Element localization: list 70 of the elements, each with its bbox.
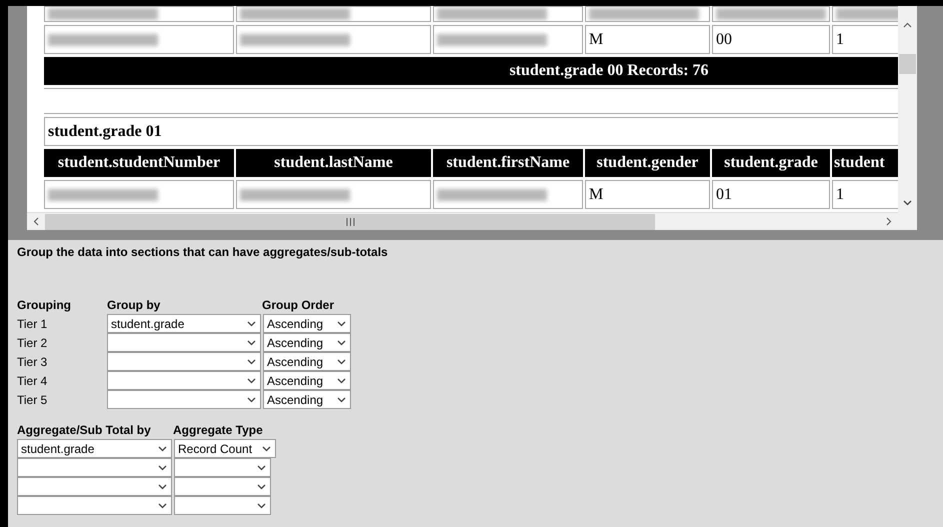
- column-header: Grouping: [17, 297, 72, 314]
- table-cell: 01: [712, 180, 830, 209]
- chevron-down-icon: [337, 358, 346, 364]
- dropdown-field[interactable]: [174, 477, 271, 496]
- chevron-down-icon: [158, 484, 167, 490]
- tier-label: Tier 4: [17, 372, 48, 390]
- grip-icon: [346, 218, 354, 226]
- table-cell: M: [585, 25, 710, 54]
- tier-label: Tier 2: [17, 334, 48, 352]
- column-header: Group by: [107, 297, 162, 314]
- tier-label: Tier 1: [17, 316, 48, 332]
- column-header: student.lastName: [236, 149, 431, 177]
- chevron-down-icon: [257, 484, 266, 490]
- group-title: student.grade 01: [44, 117, 898, 146]
- dropdown-field[interactable]: [107, 371, 261, 390]
- chevron-down-icon: [337, 396, 346, 402]
- chevron-down-icon: [158, 464, 167, 470]
- dropdown-field[interactable]: [107, 352, 261, 371]
- column-header: student.grade: [712, 149, 830, 177]
- chevron-down-icon: [337, 378, 346, 384]
- vertical-scrollbar[interactable]: [898, 6, 917, 212]
- chevron-down-icon: [247, 320, 256, 326]
- table-cell: 1: [832, 25, 898, 54]
- table-cell: M: [585, 180, 710, 209]
- scrollbar-thumb[interactable]: [899, 54, 916, 74]
- scroll-left-icon[interactable]: [33, 217, 39, 226]
- scroll-down-icon: [903, 200, 912, 206]
- dropdown-field[interactable]: Record Count: [174, 439, 276, 458]
- table-cell: 1: [832, 180, 898, 209]
- tier-label: Tier 5: [17, 392, 48, 408]
- dropdown-field[interactable]: student.grade: [107, 314, 261, 333]
- chevron-down-icon: [257, 464, 266, 470]
- chevron-down-icon: [158, 502, 167, 508]
- chevron-down-icon: [262, 446, 271, 452]
- chevron-down-icon: [247, 358, 256, 364]
- dropdown-field[interactable]: [17, 477, 172, 496]
- chevron-down-icon: [337, 340, 346, 346]
- dropdown-field[interactable]: [174, 496, 271, 515]
- chevron-down-icon: [247, 396, 256, 402]
- chevron-down-icon: [247, 378, 256, 384]
- dropdown-field[interactable]: [17, 458, 172, 477]
- dropdown-field[interactable]: [17, 496, 172, 515]
- chevron-down-icon: [247, 340, 256, 346]
- scroll-up-icon[interactable]: [903, 22, 912, 28]
- column-header: Aggregate Type: [173, 422, 263, 439]
- column-header: student: [832, 149, 898, 177]
- column-header: Aggregate/Sub Total by: [17, 422, 152, 439]
- dropdown-field[interactable]: [107, 333, 261, 352]
- dropdown-field[interactable]: student.grade: [17, 439, 172, 458]
- dropdown-field[interactable]: Ascending: [263, 371, 351, 390]
- group-footer: student.grade 00 Records: 76: [44, 57, 898, 85]
- dropdown-field[interactable]: Ascending: [263, 390, 351, 409]
- column-header: Group Order: [262, 297, 334, 314]
- column-header: student.gender: [585, 149, 710, 177]
- dropdown-field[interactable]: Ascending: [263, 314, 351, 333]
- dropdown-field[interactable]: [107, 390, 261, 409]
- column-header: student.studentNumber: [44, 149, 234, 177]
- chevron-down-icon: [158, 446, 167, 452]
- scrollbar-thumb[interactable]: [45, 214, 655, 230]
- dropdown-field[interactable]: Ascending: [263, 352, 351, 371]
- scroll-right-icon[interactable]: [886, 217, 892, 226]
- table-cell: 00: [712, 25, 830, 54]
- column-header: student.firstName: [433, 149, 583, 177]
- description-text: Group the data into sections that can have aggregates/sub-totals: [17, 244, 389, 261]
- chevron-down-icon: [257, 502, 266, 508]
- dropdown-field[interactable]: Ascending: [263, 333, 351, 352]
- horizontal-scrollbar[interactable]: [27, 212, 898, 230]
- dropdown-field[interactable]: [174, 458, 271, 477]
- chevron-down-icon: [337, 320, 346, 326]
- tier-label: Tier 3: [17, 354, 48, 370]
